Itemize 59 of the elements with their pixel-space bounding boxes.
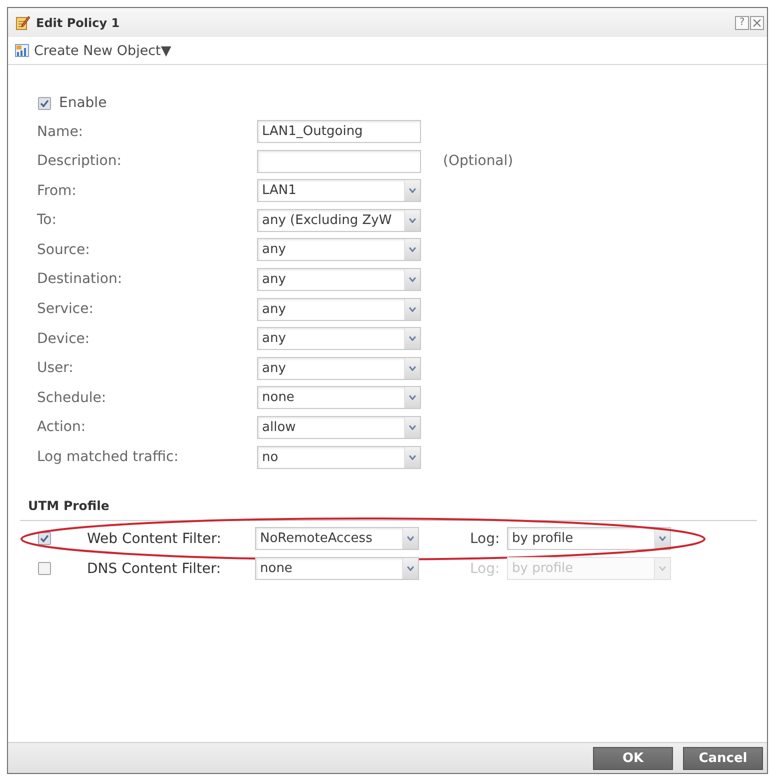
- dropdown[interactable]: any: [257, 298, 421, 321]
- text-field[interactable]: LAN1_Outgoing: [257, 120, 421, 143]
- checkbox-label: Enable: [59, 95, 107, 111]
- field-label: Log:: [470, 560, 500, 577]
- field-label: Device:: [37, 330, 90, 347]
- optional-note: (Optional): [443, 153, 514, 170]
- dropdown[interactable]: any: [257, 356, 421, 380]
- field-label: Action:: [37, 419, 86, 436]
- field-label: To:: [37, 212, 56, 228]
- close-icon[interactable]: [750, 16, 764, 30]
- notepad-pencil-icon: [16, 15, 30, 30]
- dropdown[interactable]: NoRemoteAccess: [255, 527, 419, 550]
- dialog-button[interactable]: OK: [593, 746, 673, 770]
- field-label: Name:: [37, 124, 84, 140]
- dropdown[interactable]: any (Excluding ZyW: [257, 208, 421, 232]
- caret-icon: [407, 536, 414, 542]
- field-label: Service:: [37, 301, 94, 318]
- caret-icon: [409, 336, 416, 342]
- caret-icon: [409, 424, 416, 430]
- caret-icon: [659, 536, 666, 542]
- window-title: Edit Policy 1: [36, 16, 120, 30]
- field-label: Description:: [37, 153, 122, 170]
- checkbox[interactable]: [38, 532, 51, 546]
- dropdown[interactable]: none: [255, 557, 419, 580]
- dialog-button[interactable]: Cancel: [683, 746, 763, 770]
- dropdown[interactable]: LAN1: [257, 179, 421, 202]
- dropdown[interactable]: by profile: [507, 527, 671, 550]
- caret-icon: [409, 454, 416, 460]
- checkbox[interactable]: [38, 96, 51, 110]
- caret-icon: [409, 276, 416, 282]
- dropdown[interactable]: any: [257, 327, 421, 350]
- field-label: From:: [37, 182, 76, 199]
- section-title: UTM Profile: [28, 498, 110, 513]
- caret-icon: [409, 218, 416, 223]
- field-label: Schedule:: [37, 390, 106, 406]
- create-object-menu[interactable]: Create New Object▼: [15, 42, 172, 58]
- caret-icon: [409, 306, 416, 312]
- caret-icon: [659, 566, 666, 572]
- field-label: User:: [37, 360, 74, 376]
- caret-icon: [409, 247, 416, 252]
- field-label: Web Content Filter:: [87, 530, 222, 547]
- caret-icon: [409, 395, 416, 400]
- text-field[interactable]: [257, 150, 421, 173]
- help-button[interactable]: ?: [735, 16, 749, 30]
- field-label: Log matched traffic:: [37, 449, 178, 466]
- checkbox[interactable]: [38, 562, 51, 576]
- dropdown[interactable]: any: [257, 238, 421, 262]
- dropdown[interactable]: allow: [257, 416, 421, 439]
- field-label: Log:: [470, 530, 500, 547]
- dropdown[interactable]: none: [257, 386, 421, 410]
- dropdown[interactable]: no: [257, 446, 421, 469]
- caret-icon: [409, 366, 416, 371]
- field-label: Destination:: [37, 271, 122, 288]
- field-label: Source:: [37, 242, 90, 258]
- bar-chart-icon: [15, 44, 29, 57]
- field-label: DNS Content Filter:: [87, 560, 221, 577]
- caret-icon: [407, 566, 414, 572]
- dropdown[interactable]: any: [257, 268, 421, 291]
- caret-icon: [409, 188, 416, 194]
